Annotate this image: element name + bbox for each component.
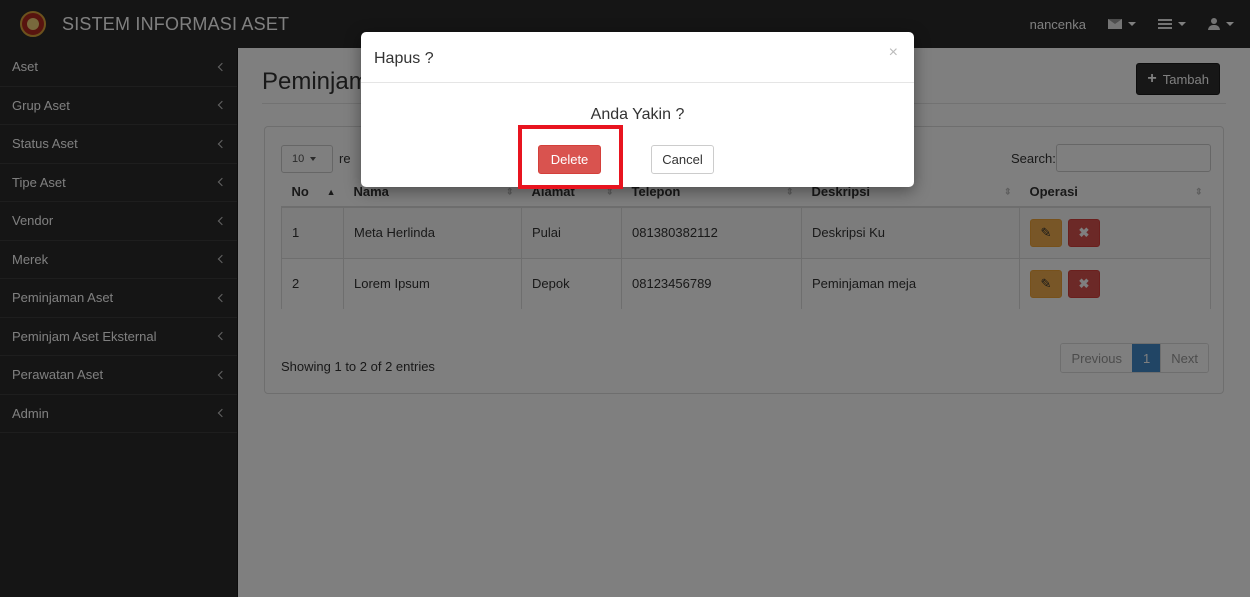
confirm-delete-modal: Hapus ? × Anda Yakin ? Delete Cancel <box>361 32 914 187</box>
highlight-annotation-box <box>518 125 623 189</box>
modal-message: Anda Yakin ? <box>590 106 685 123</box>
modal-divider <box>361 82 914 83</box>
cancel-button[interactable]: Cancel <box>651 145 714 174</box>
close-icon[interactable]: × <box>889 45 898 61</box>
modal-title: Hapus ? <box>374 50 434 67</box>
